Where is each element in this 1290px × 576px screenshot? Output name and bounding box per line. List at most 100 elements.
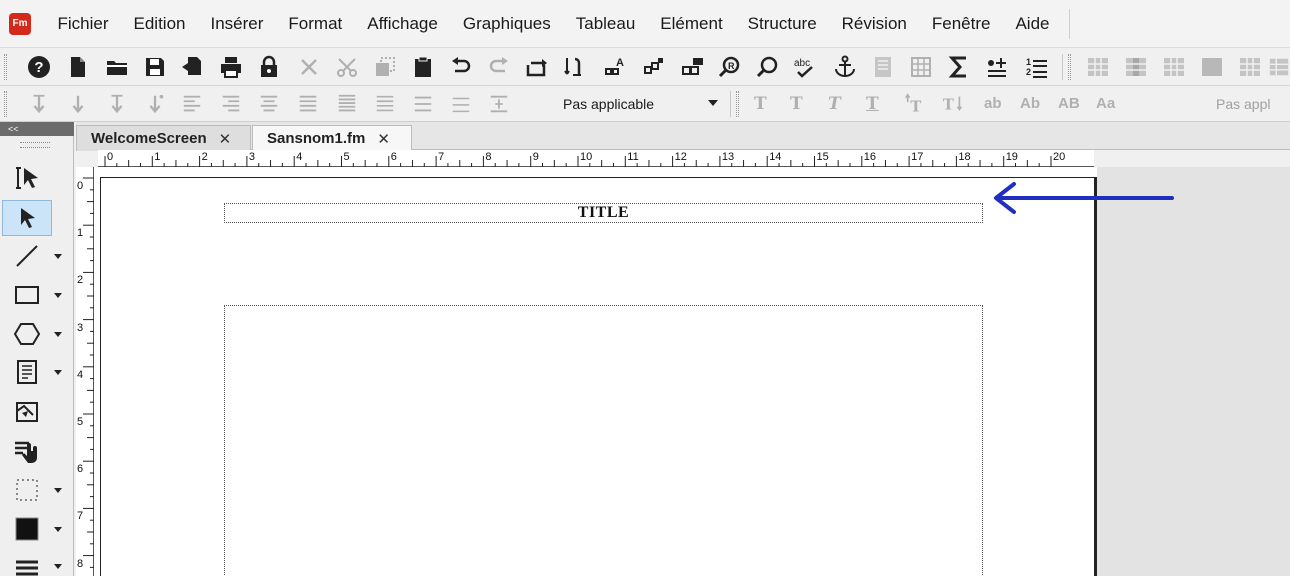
save-icon[interactable] — [140, 52, 170, 82]
body-text-frame[interactable] — [224, 305, 983, 576]
grid-icon[interactable] — [678, 52, 708, 82]
anchor-icon[interactable] — [830, 52, 860, 82]
table-rows-icon[interactable] — [1083, 52, 1113, 82]
bold-button[interactable]: T — [790, 89, 803, 119]
delete-icon[interactable] — [294, 52, 324, 82]
print-icon[interactable] — [216, 52, 246, 82]
line-spacing-wide-icon[interactable] — [446, 89, 476, 119]
menu-inserer[interactable]: Insérer — [198, 0, 276, 48]
paste-icon[interactable] — [408, 52, 438, 82]
smart-select-tool[interactable] — [2, 160, 52, 196]
menu-graphiques[interactable]: Graphiques — [450, 0, 563, 48]
rectangle-tool[interactable] — [2, 277, 52, 313]
document-icon[interactable] — [868, 52, 898, 82]
table-grid-icon[interactable] — [1235, 52, 1265, 82]
menu-revision[interactable]: Révision — [829, 0, 919, 48]
frame-tool-dropdown-icon[interactable] — [54, 488, 62, 493]
space-above-icon[interactable] — [24, 89, 54, 119]
uppercase-button[interactable]: AB — [1058, 89, 1080, 119]
table-cell-icon[interactable] — [1159, 52, 1189, 82]
italic-button[interactable]: T — [828, 89, 841, 119]
spacing-reset-icon[interactable] — [140, 89, 170, 119]
frame-select-tool[interactable] — [2, 472, 52, 508]
sum-icon[interactable] — [944, 52, 974, 82]
insert-equation-icon[interactable] — [982, 52, 1012, 82]
align-right-icon[interactable] — [216, 89, 246, 119]
document-title[interactable]: TITLE — [578, 204, 629, 222]
open-folder-icon[interactable] — [102, 52, 132, 82]
initial-caps-button[interactable]: Ab — [1020, 89, 1040, 119]
align-left-icon[interactable] — [177, 89, 207, 119]
menu-structure[interactable]: Structure — [735, 0, 829, 48]
polygon-tool-dropdown-icon[interactable] — [54, 332, 62, 337]
help-icon[interactable]: ? — [24, 52, 54, 82]
superscript-icon[interactable]: T — [900, 89, 930, 119]
line-spacing-single-icon[interactable] — [332, 89, 362, 119]
select-object-tool[interactable] — [2, 200, 52, 236]
copy-icon[interactable] — [370, 52, 400, 82]
document-page[interactable]: TITLE — [100, 177, 1094, 576]
text-frame-tool-dropdown-icon[interactable] — [54, 370, 62, 375]
polygon-tool[interactable] — [2, 316, 52, 352]
collapse-panel-button[interactable]: << — [0, 122, 74, 136]
menu-element[interactable]: Elément — [648, 0, 735, 48]
toolbar-grip[interactable] — [1068, 54, 1071, 80]
cut-icon[interactable] — [332, 52, 362, 82]
space-below-icon[interactable] — [63, 89, 93, 119]
spell-check-icon[interactable]: abc — [790, 52, 820, 82]
line-tool-dropdown-icon[interactable] — [54, 254, 62, 259]
title-text-frame[interactable]: TITLE — [224, 203, 983, 223]
text-frame-tool[interactable] — [2, 354, 52, 390]
lowercase-button[interactable]: ab — [984, 89, 1002, 119]
table-more-icon[interactable] — [1268, 52, 1290, 82]
line-spacing-custom-icon[interactable] — [484, 89, 514, 119]
panel-grip[interactable] — [20, 142, 50, 148]
tab-sansnom1[interactable]: Sansnom1.fm ✕ — [252, 125, 412, 151]
save-as-icon[interactable] — [177, 52, 207, 82]
table-cols-icon[interactable] — [1121, 52, 1151, 82]
align-center-icon[interactable] — [254, 89, 284, 119]
menu-fenetre[interactable]: Fenêtre — [919, 0, 1003, 48]
menu-tableau[interactable]: Tableau — [563, 0, 648, 48]
character-tag-field[interactable]: Pas appl — [1216, 89, 1270, 119]
toolbar-grip[interactable] — [4, 54, 7, 80]
undo-icon[interactable] — [446, 52, 476, 82]
menu-aide[interactable]: Aide — [1003, 0, 1062, 48]
line-spacing-double-icon[interactable] — [408, 89, 438, 119]
small-caps-button[interactable]: Aa — [1096, 89, 1115, 119]
line-weight-tool[interactable] — [2, 548, 52, 576]
font-up-icon[interactable]: A — [600, 52, 630, 82]
menu-fichier[interactable]: Fichier — [45, 0, 121, 48]
menu-affichage[interactable]: Affichage — [355, 0, 451, 48]
numbered-list-icon[interactable]: 12 — [1022, 52, 1052, 82]
menu-format[interactable]: Format — [276, 0, 355, 48]
insert-table-icon[interactable] — [639, 52, 669, 82]
close-icon[interactable]: ✕ — [219, 130, 232, 148]
toolbar-grip[interactable] — [4, 91, 7, 117]
justify-icon[interactable] — [293, 89, 323, 119]
plain-text-button[interactable]: T — [754, 89, 767, 119]
underline-button[interactable]: T — [866, 89, 879, 119]
paragraph-tag-dropdown[interactable]: Pas applicable — [556, 92, 722, 116]
hand-tool[interactable] — [2, 433, 52, 469]
fill-color-dropdown-icon[interactable] — [54, 527, 62, 532]
line-spacing-onehalf-icon[interactable] — [370, 89, 400, 119]
tab-welcomescreen[interactable]: WelcomeScreen ✕ — [76, 125, 251, 151]
close-icon[interactable]: ✕ — [377, 130, 390, 148]
table-shade-icon[interactable] — [1197, 52, 1227, 82]
line-tool[interactable] — [2, 238, 52, 274]
lock-icon[interactable] — [254, 52, 284, 82]
new-document-icon[interactable] — [63, 52, 93, 82]
table-icon[interactable] — [906, 52, 936, 82]
menu-edition[interactable]: Edition — [121, 0, 198, 48]
fill-color-tool[interactable] — [2, 511, 52, 547]
repeat-icon[interactable] — [522, 52, 552, 82]
spell-paragraph-icon[interactable] — [560, 52, 590, 82]
subscript-icon[interactable]: T — [938, 89, 968, 119]
line-spacing-icon[interactable] — [102, 89, 132, 119]
line-weight-dropdown-icon[interactable] — [54, 564, 62, 569]
toolbar-grip[interactable] — [736, 91, 739, 117]
redo-icon[interactable] — [484, 52, 514, 82]
find-icon[interactable]: R — [715, 52, 745, 82]
place-image-tool[interactable] — [2, 394, 52, 430]
